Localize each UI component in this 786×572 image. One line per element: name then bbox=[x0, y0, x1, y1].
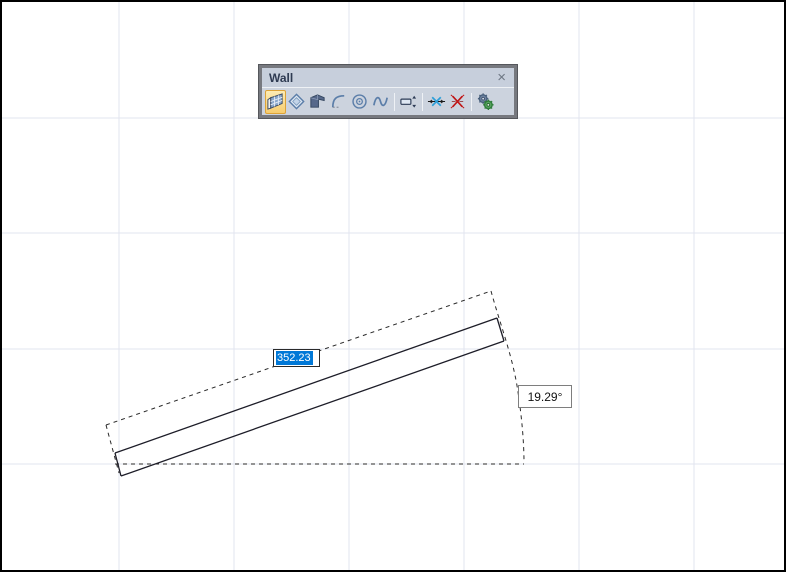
circular-wall-tool-button[interactable] bbox=[349, 90, 370, 114]
toolbar-separator bbox=[471, 93, 472, 111]
drawing-canvas[interactable]: Wall × bbox=[0, 0, 786, 572]
gears-icon bbox=[476, 92, 495, 111]
wall-tool-button[interactable] bbox=[265, 90, 286, 114]
angle-readout-value: 19.29° bbox=[528, 390, 563, 404]
wall-toolbar-buttons bbox=[262, 88, 514, 115]
close-icon[interactable]: × bbox=[495, 71, 508, 85]
length-input-selected-text: 352.23 bbox=[276, 351, 313, 365]
toolbar-separator bbox=[394, 93, 395, 111]
wall-solid-outline bbox=[115, 318, 504, 476]
intersection-tool-button[interactable] bbox=[426, 90, 447, 114]
spline-icon bbox=[371, 92, 390, 111]
angle-readout: 19.29° bbox=[518, 385, 572, 408]
arc-icon bbox=[329, 92, 348, 111]
diamond-icon bbox=[287, 92, 306, 111]
spline-wall-tool-button[interactable] bbox=[370, 90, 391, 114]
stretch-wall-tool-button[interactable] bbox=[398, 90, 419, 114]
dashed-left-edge bbox=[106, 425, 119, 473]
stretch-icon bbox=[399, 92, 418, 111]
wall-3d-icon bbox=[266, 92, 285, 111]
wall-settings-button[interactable] bbox=[475, 90, 496, 114]
trim-red-x-icon bbox=[448, 92, 467, 111]
corner-wall-icon bbox=[308, 92, 327, 111]
wall-toolbar: Wall × bbox=[259, 65, 517, 118]
trim-tool-button[interactable] bbox=[447, 90, 468, 114]
arc-wall-tool-button[interactable] bbox=[328, 90, 349, 114]
dashed-angle-arc bbox=[491, 291, 524, 463]
corner-wall-tool-button[interactable] bbox=[307, 90, 328, 114]
intersection-icon bbox=[427, 92, 446, 111]
toolbar-separator bbox=[422, 93, 423, 111]
wall-toolbar-title: Wall bbox=[269, 68, 495, 88]
diamond-wall-tool-button[interactable] bbox=[286, 90, 307, 114]
wall-toolbar-titlebar[interactable]: Wall × bbox=[262, 68, 514, 88]
length-input[interactable]: 352.23 bbox=[273, 349, 320, 367]
wall-top-face bbox=[115, 318, 497, 453]
concentric-circles-icon bbox=[350, 92, 369, 111]
